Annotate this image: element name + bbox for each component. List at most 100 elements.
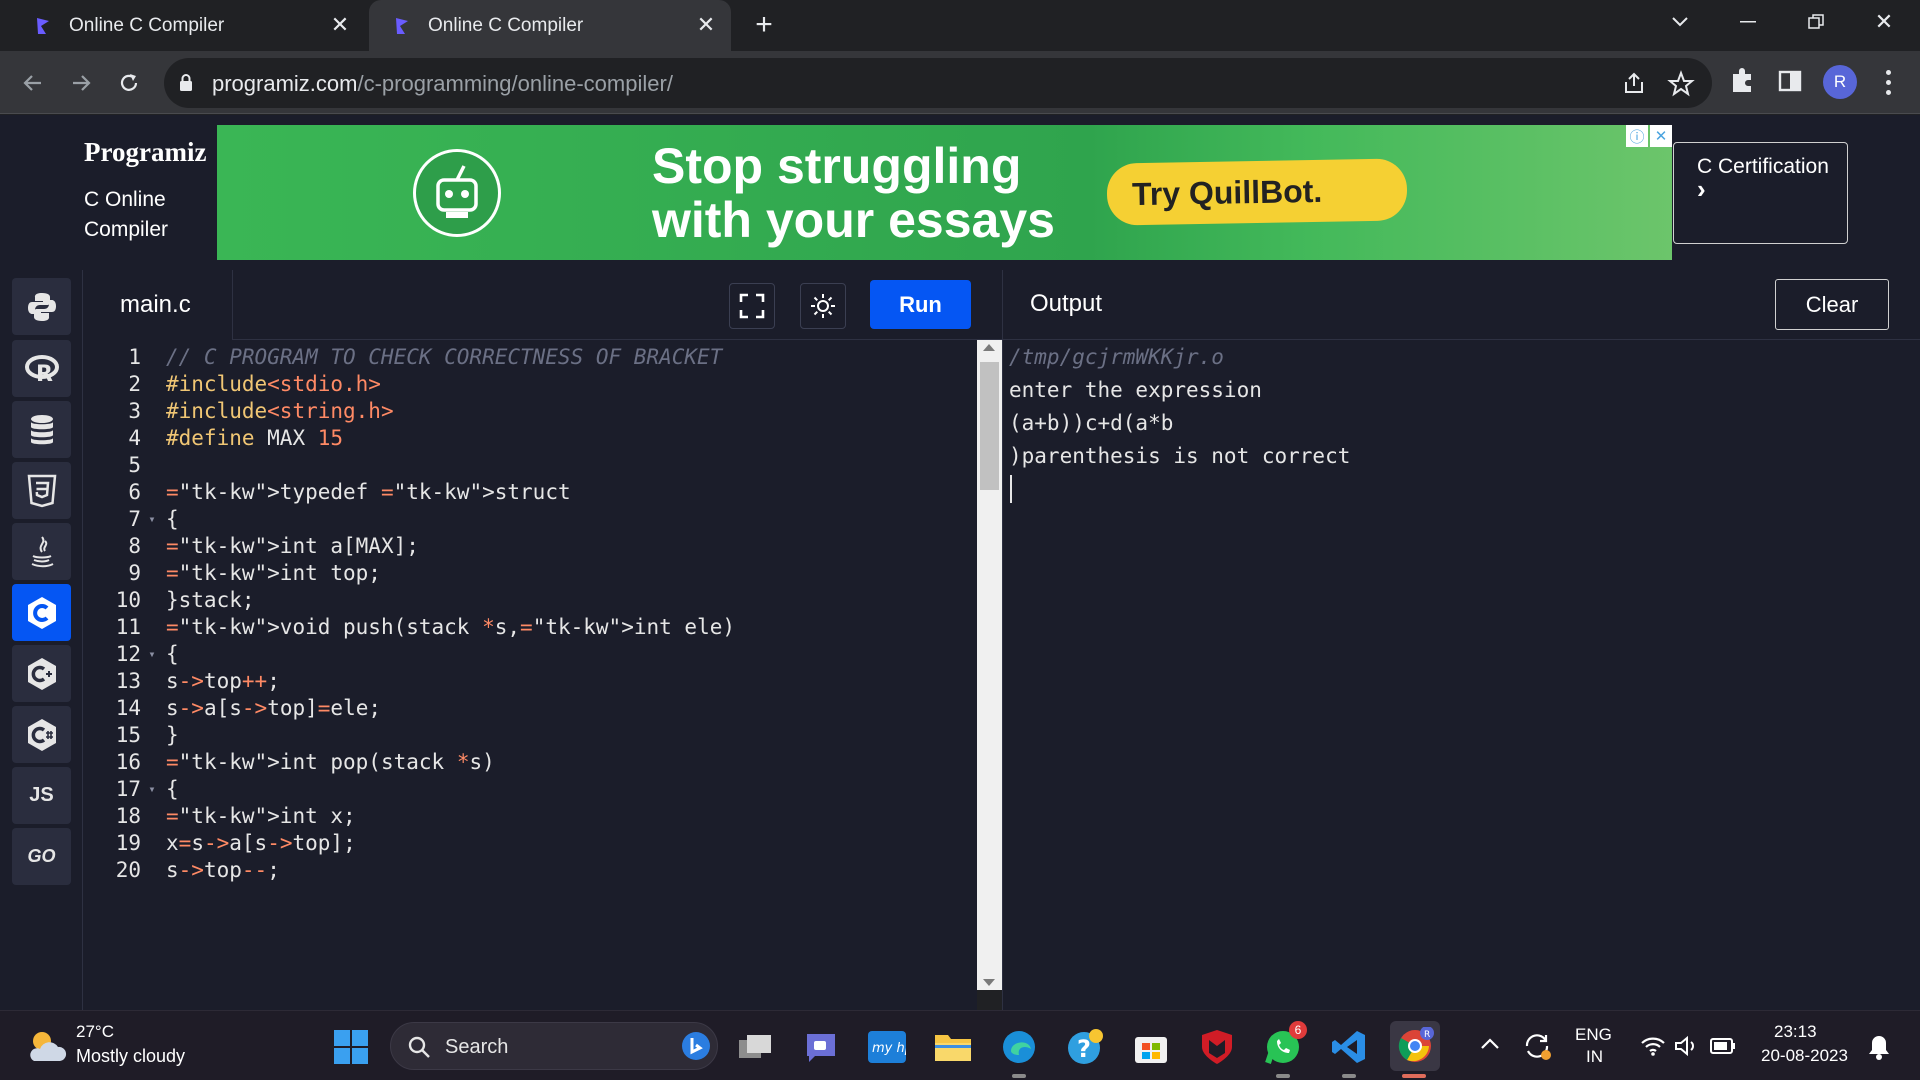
- code-text: ="tk-kw">int top;: [166, 560, 381, 585]
- scrollbar-thumb[interactable]: [980, 362, 999, 490]
- file-explorer-button[interactable]: [932, 1026, 974, 1068]
- code-text: ="tk-kw">int a[MAX];: [166, 533, 419, 558]
- sync-icon[interactable]: [1522, 1031, 1552, 1061]
- browser-menu-icon[interactable]: [1876, 67, 1900, 97]
- fullscreen-button[interactable]: [729, 283, 775, 329]
- go-language-button[interactable]: GO: [12, 828, 71, 885]
- browser-tab-active[interactable]: Online C Compiler ✕: [369, 0, 731, 51]
- lock-icon[interactable]: [178, 73, 194, 93]
- extensions-puzzle-icon[interactable]: [1725, 64, 1759, 98]
- line-number: 4: [128, 425, 141, 450]
- input-language[interactable]: ENG: [1575, 1025, 1612, 1045]
- partly-cloudy-weather-icon[interactable]: [26, 1027, 68, 1065]
- html-language-button[interactable]: [12, 462, 71, 519]
- myhp-icon: my hp: [868, 1031, 906, 1063]
- run-button[interactable]: Run: [870, 280, 971, 329]
- output-console[interactable]: /tmp/gcjrmWKKjr.o enter the expression (…: [1002, 340, 1920, 1010]
- fold-arrow-icon[interactable]: ▾: [141, 512, 163, 526]
- notifications-bell-icon[interactable]: [1866, 1033, 1892, 1061]
- chrome-icon: R: [1398, 1027, 1434, 1062]
- scroll-up-arrow-icon[interactable]: [983, 344, 995, 351]
- side-panel-icon[interactable]: [1773, 64, 1807, 98]
- c-language-icon: [27, 596, 56, 629]
- line-number: 10: [115, 587, 141, 612]
- chevron-right-icon: ›: [1697, 174, 1706, 204]
- browser-tab-strip: Online C Compiler ✕ Online C Compiler ✕ …: [0, 0, 1920, 51]
- teams-chat-button[interactable]: [800, 1026, 842, 1068]
- clear-button[interactable]: Clear: [1775, 279, 1889, 330]
- r-language-button[interactable]: R: [12, 340, 71, 397]
- csharp-language-button[interactable]: [12, 706, 71, 763]
- javascript-language-button[interactable]: JS: [12, 767, 71, 824]
- ad-cta-button[interactable]: Try QuillBot.: [1106, 158, 1408, 226]
- reload-icon[interactable]: [110, 64, 148, 102]
- battery-icon[interactable]: [1710, 1037, 1736, 1055]
- advertisement-banner[interactable]: Stop struggling with your essays Try Qui…: [217, 125, 1672, 260]
- line-number: 17: [115, 776, 141, 801]
- close-tab-icon[interactable]: ✕: [693, 12, 719, 38]
- ad-info-icon[interactable]: ⓘ: [1626, 125, 1648, 147]
- svg-text:R: R: [1424, 1030, 1430, 1040]
- java-language-button[interactable]: [12, 523, 71, 580]
- sql-language-button[interactable]: [12, 401, 71, 458]
- forward-icon[interactable]: [62, 64, 100, 102]
- clock-date[interactable]: 20-08-2023: [1761, 1046, 1848, 1066]
- restore-window-icon[interactable]: [1782, 0, 1850, 44]
- fold-arrow-icon[interactable]: ▾: [141, 782, 163, 796]
- fold-arrow-icon[interactable]: ▾: [141, 647, 163, 661]
- show-hidden-icons-chevron-icon[interactable]: [1480, 1037, 1500, 1051]
- input-region[interactable]: IN: [1586, 1047, 1603, 1067]
- c-language-button[interactable]: [12, 584, 71, 641]
- share-icon[interactable]: [1620, 70, 1648, 98]
- vscode-button[interactable]: [1328, 1026, 1370, 1068]
- myhp-app-button[interactable]: my hp: [866, 1026, 908, 1068]
- line-number: 15: [115, 722, 141, 747]
- task-view-button[interactable]: [734, 1026, 776, 1068]
- mcafee-button[interactable]: [1196, 1026, 1238, 1068]
- scroll-down-arrow-icon[interactable]: [983, 979, 995, 986]
- chrome-button[interactable]: R: [1390, 1021, 1440, 1071]
- new-tab-button[interactable]: +: [748, 10, 780, 42]
- start-button[interactable]: [330, 1026, 372, 1068]
- certification-link[interactable]: C Certification ›: [1673, 142, 1848, 244]
- tab-search-icon[interactable]: [1646, 0, 1714, 44]
- file-tab-main-c[interactable]: main.c: [83, 270, 233, 340]
- weather-condition[interactable]: Mostly cloudy: [76, 1046, 185, 1067]
- url-text: programiz.com/c-programming/online-compi…: [212, 71, 673, 96]
- editor-scrollbar[interactable]: [977, 340, 1002, 990]
- minimize-window-icon[interactable]: [1714, 0, 1782, 44]
- profile-avatar[interactable]: R: [1823, 65, 1857, 99]
- output-line: /tmp/gcjrmWKKjr.o: [1009, 344, 1224, 369]
- get-help-button[interactable]: ?: [1064, 1026, 1106, 1068]
- browser-toolbar: programiz.com/c-programming/online-compi…: [0, 51, 1920, 114]
- edge-browser-button[interactable]: [998, 1026, 1040, 1068]
- python-icon: [27, 292, 56, 321]
- code-line[interactable]: 20 s->top--;: [83, 853, 977, 886]
- wifi-icon[interactable]: [1640, 1035, 1666, 1057]
- address-bar[interactable]: programiz.com/c-programming/online-compi…: [164, 58, 1712, 108]
- python-language-button[interactable]: [12, 278, 71, 335]
- volume-icon[interactable]: [1674, 1035, 1698, 1057]
- output-header: Output Clear: [1002, 270, 1920, 340]
- taskbar-search[interactable]: Search: [390, 1022, 718, 1070]
- browser-tab[interactable]: Online C Compiler ✕: [0, 0, 365, 51]
- bing-icon[interactable]: [681, 1031, 711, 1061]
- ad-close-icon[interactable]: ✕: [1650, 125, 1672, 147]
- code-text: #include<stdio.h>: [166, 371, 381, 396]
- line-number: 14: [115, 695, 141, 720]
- microsoft-store-button[interactable]: [1130, 1026, 1172, 1068]
- folder-icon: [935, 1035, 971, 1061]
- clock-time[interactable]: 23:13: [1774, 1022, 1817, 1042]
- code-editor[interactable]: 1 // C PROGRAM TO CHECK CORRECTNESS OF BR…: [83, 340, 977, 1010]
- code-text: ="tk-kw">void push(stack *s,="tk-kw">int…: [166, 614, 735, 639]
- editor-toolbar: main.c Run: [83, 270, 1002, 340]
- back-icon[interactable]: [14, 64, 52, 102]
- running-indicator: [1012, 1074, 1026, 1078]
- cpp-language-button[interactable]: [12, 645, 71, 702]
- weather-temperature[interactable]: 27°C: [76, 1022, 114, 1042]
- bookmark-star-icon[interactable]: [1667, 70, 1695, 98]
- close-window-icon[interactable]: ✕: [1850, 0, 1918, 44]
- theme-toggle-button[interactable]: [800, 283, 846, 329]
- close-tab-icon[interactable]: ✕: [327, 12, 353, 38]
- programiz-logo[interactable]: Programiz: [84, 137, 206, 168]
